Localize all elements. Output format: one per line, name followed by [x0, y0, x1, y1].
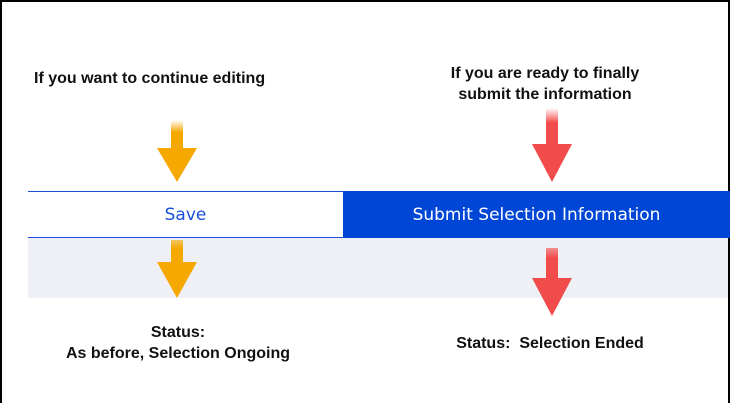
save-intent-caption: If you want to continue editing	[34, 68, 265, 89]
save-intent-text: If you want to continue editing	[34, 70, 266, 87]
submit-status-text: Status: Selection Ended	[456, 335, 644, 352]
save-status-line-2: As before, Selection Ongoing	[65, 345, 291, 362]
submit-status-caption: Status: Selection Ended	[400, 333, 700, 354]
frame-border-top	[0, 0, 730, 2]
submit-intent-line-2: submit the information	[458, 86, 632, 103]
save-status-caption: Status: As before, Selection Ongoing	[30, 322, 326, 364]
save-button[interactable]: Save	[28, 191, 343, 238]
frame-border-left	[0, 0, 2, 403]
save-status-arrow-down-icon	[157, 240, 197, 298]
action-toolbar: Save Submit Selection Information	[28, 191, 730, 238]
submit-selection-button[interactable]: Submit Selection Information	[343, 191, 730, 238]
gray-status-band	[28, 238, 728, 298]
screenshot-frame: If you want to continue editing If you a…	[0, 0, 730, 403]
save-arrow-down-icon	[157, 120, 197, 182]
submit-intent-caption: If you are ready to finally submit the i…	[410, 63, 680, 105]
submit-status-arrow-down-icon	[532, 248, 572, 316]
submit-intent-line-1: If you are ready to finally	[450, 65, 640, 82]
save-status-line-1: Status:	[150, 324, 206, 341]
submit-arrow-down-icon	[532, 108, 572, 182]
